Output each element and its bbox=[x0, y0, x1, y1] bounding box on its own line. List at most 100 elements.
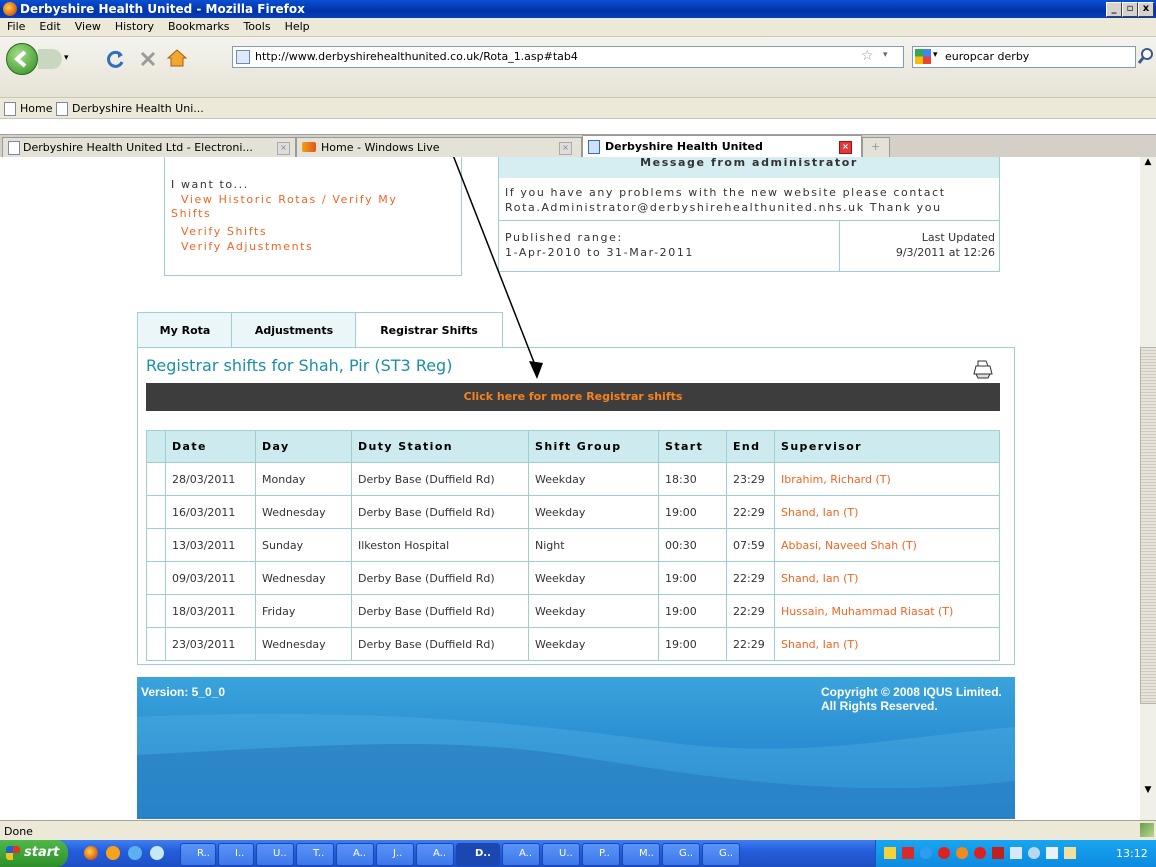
taskbar-item[interactable]: A.. bbox=[502, 843, 540, 866]
taskbar-item[interactable]: G.. bbox=[662, 843, 700, 866]
url-bar[interactable]: http://www.derbyshirehealthunited.co.uk/… bbox=[232, 46, 904, 68]
tab-close-icon[interactable]: × bbox=[559, 142, 572, 155]
bookmark-star-icon[interactable]: ☆ bbox=[861, 48, 874, 64]
stop-icon[interactable] bbox=[138, 49, 158, 69]
messenger-quicklaunch-icon[interactable] bbox=[128, 846, 142, 860]
tab-registrar-shifts[interactable]: Registrar Shifts bbox=[355, 312, 503, 349]
taskbar-item[interactable]: U.. bbox=[542, 843, 580, 866]
minimize-button[interactable]: _ bbox=[1106, 2, 1122, 17]
table-row: 09/03/2011 Wednesday Derby Base (Duffield … bbox=[146, 561, 1000, 595]
taskbar-item-label: U.. bbox=[273, 848, 287, 859]
view-historic-rotas-link-cont[interactable]: Shifts bbox=[171, 207, 211, 220]
printer-icon[interactable] bbox=[972, 358, 994, 380]
cell-start: 18:30 bbox=[658, 462, 727, 496]
taskbar-item[interactable]: U.. bbox=[256, 843, 294, 866]
taskbar-item[interactable]: I.. bbox=[218, 843, 254, 866]
bookmark-home[interactable]: Home bbox=[20, 102, 52, 115]
scroll-up-icon[interactable]: ▲ bbox=[1140, 157, 1156, 173]
more-registrar-shifts-link[interactable]: Click here for more Registrar shifts bbox=[146, 383, 1000, 411]
home-icon[interactable] bbox=[166, 47, 188, 69]
tab-electronic-rota[interactable]: Derbyshire Health United Ltd - Electroni… bbox=[2, 137, 296, 157]
scrollbar-thumb[interactable] bbox=[1140, 347, 1156, 704]
tab-my-rota[interactable]: My Rota bbox=[137, 312, 233, 349]
history-dropdown-icon[interactable]: ▾ bbox=[64, 53, 69, 63]
tray-icon[interactable] bbox=[992, 847, 1004, 859]
supervisor-link[interactable]: Hussain, Muhammad Riasat (T) bbox=[774, 594, 1000, 628]
taskbar-item-label: M.. bbox=[639, 848, 654, 859]
taskbar-item[interactable]: R.. bbox=[180, 843, 216, 866]
menu-history[interactable]: History bbox=[108, 18, 161, 33]
bookmarks-toolbar: Home Derbyshire Health Uni... bbox=[0, 97, 1156, 119]
firefox-quicklaunch-icon[interactable] bbox=[84, 846, 98, 860]
cell-date: 09/03/2011 bbox=[165, 561, 256, 595]
tray-mail-icon[interactable] bbox=[884, 847, 896, 859]
taskbar-item-label: A.. bbox=[519, 848, 533, 859]
tray-icon[interactable] bbox=[902, 847, 914, 859]
verify-shifts-link[interactable]: Verify Shifts bbox=[181, 225, 267, 238]
menu-edit[interactable]: Edit bbox=[32, 18, 67, 33]
quicklaunch-icon[interactable] bbox=[106, 846, 120, 860]
cell-date: 13/03/2011 bbox=[165, 528, 256, 562]
search-engine-dropdown-icon[interactable]: ▾ bbox=[933, 50, 938, 60]
menu-file[interactable]: File bbox=[0, 18, 32, 33]
vertical-scrollbar[interactable]: ▲ ▼ bbox=[1140, 157, 1156, 820]
search-input[interactable]: ▾ europcar derby bbox=[912, 46, 1136, 68]
taskbar-item[interactable]: A.. bbox=[416, 843, 454, 866]
menu-tools[interactable]: Tools bbox=[236, 18, 277, 33]
tray-alert-icon[interactable] bbox=[938, 847, 950, 859]
back-button[interactable] bbox=[6, 43, 38, 75]
tab-close-icon[interactable]: × bbox=[277, 142, 290, 155]
cell-start: 19:00 bbox=[658, 495, 727, 529]
supervisor-link[interactable]: Shand, Ian (T) bbox=[774, 495, 1000, 529]
ie-quicklaunch-icon[interactable] bbox=[150, 846, 164, 860]
menu-bookmarks[interactable]: Bookmarks bbox=[161, 18, 236, 33]
tray-network-icon[interactable] bbox=[920, 847, 932, 859]
tab-derbyshire-health-united[interactable]: Derbyshire Health United × bbox=[582, 135, 862, 158]
tray-display-icon[interactable] bbox=[1010, 847, 1022, 859]
supervisor-link[interactable]: Ibrahim, Richard (T) bbox=[774, 462, 1000, 496]
tray-icon[interactable] bbox=[1028, 847, 1040, 859]
row-marker bbox=[146, 495, 166, 529]
status-bar: Done bbox=[0, 820, 1156, 841]
row-marker bbox=[146, 594, 166, 628]
forward-button[interactable] bbox=[38, 49, 62, 69]
start-button[interactable]: start bbox=[0, 840, 68, 867]
new-tab-button[interactable]: + bbox=[862, 137, 890, 157]
menu-view[interactable]: View bbox=[68, 18, 108, 33]
supervisor-link[interactable]: Shand, Ian (T) bbox=[774, 627, 1000, 661]
cell-shift-group: Weekday bbox=[528, 495, 659, 529]
column-header-day: Day bbox=[255, 430, 352, 463]
message-title: Message from administrator bbox=[499, 157, 999, 178]
tray-security-icon[interactable] bbox=[1064, 847, 1076, 859]
taskbar-item[interactable]: A.. bbox=[336, 843, 374, 866]
close-button[interactable]: x bbox=[1138, 2, 1154, 17]
taskbar-item[interactable]: P.. bbox=[582, 843, 620, 866]
supervisor-link[interactable]: Shand, Ian (T) bbox=[774, 561, 1000, 595]
url-dropdown-icon[interactable]: ▾ bbox=[883, 50, 888, 60]
addon-status-icon[interactable] bbox=[1140, 823, 1154, 837]
column-header-date: Date bbox=[165, 430, 256, 463]
google-search-engine-icon[interactable] bbox=[915, 49, 931, 64]
taskbar-item[interactable]: M.. bbox=[622, 843, 660, 866]
verify-adjustments-link[interactable]: Verify Adjustments bbox=[181, 240, 313, 253]
cell-end: 22:29 bbox=[726, 495, 775, 529]
tab-windows-live[interactable]: Home - Windows Live × bbox=[296, 137, 582, 157]
tab-adjustments[interactable]: Adjustments bbox=[231, 312, 357, 349]
taskbar-item[interactable]: T.. bbox=[296, 843, 334, 866]
taskbar-item[interactable]: J.. bbox=[376, 843, 414, 866]
supervisor-link[interactable]: Abbasi, Naveed Shah (T) bbox=[774, 528, 1000, 562]
taskbar-item[interactable]: G.. bbox=[702, 843, 740, 866]
cell-duty-station: Derby Base (Duffield Rd) bbox=[351, 627, 529, 661]
maximize-button[interactable]: ▫ bbox=[1122, 2, 1138, 17]
taskbar-item-active[interactable]: D.. bbox=[456, 843, 500, 866]
tab-close-icon[interactable]: × bbox=[839, 141, 852, 154]
tray-alert-icon[interactable] bbox=[974, 847, 986, 859]
view-historic-rotas-link[interactable]: View Historic Rotas / Verify My bbox=[181, 193, 398, 206]
search-magnifier-icon[interactable] bbox=[1138, 47, 1154, 65]
menu-help[interactable]: Help bbox=[278, 18, 317, 33]
scroll-down-icon[interactable]: ▼ bbox=[1140, 785, 1156, 801]
tray-volume-icon[interactable] bbox=[1046, 847, 1058, 859]
reload-icon[interactable] bbox=[106, 49, 126, 69]
bookmark-derbyshire[interactable]: Derbyshire Health Uni... bbox=[72, 102, 204, 115]
tray-icon[interactable] bbox=[956, 847, 968, 859]
